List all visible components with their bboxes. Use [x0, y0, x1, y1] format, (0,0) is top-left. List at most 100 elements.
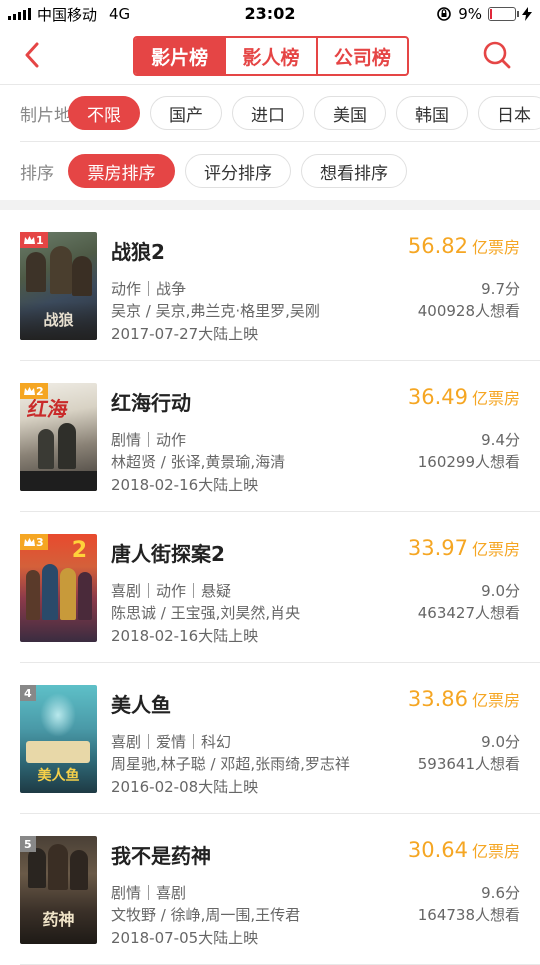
rank-number: 5 — [24, 837, 32, 851]
box-office-value: 56.82 — [407, 234, 468, 258]
ranking-tabs: 影片榜 影人榜 公司榜 — [133, 36, 409, 76]
chip-sort-want[interactable]: 想看排序 — [301, 154, 407, 188]
movie-genres: 喜剧｜爱情｜科幻 — [111, 733, 232, 751]
movie-title: 唐人街探案2 — [111, 542, 225, 566]
box-office: 56.82 亿票房 — [408, 234, 520, 258]
movie-score: 9.0分 — [481, 733, 520, 751]
crown-icon — [24, 537, 35, 546]
movie-want-count: 164738人想看 — [417, 906, 520, 924]
rank-number: 3 — [36, 535, 44, 549]
box-office-unit: 亿票房 — [471, 842, 520, 861]
movie-genres: 剧情｜喜剧 — [111, 884, 187, 902]
movie-row[interactable]: 红海 2 红海行动 剧情｜动作 林超贤 / 张译,黄景瑜,海清 2018-02-… — [20, 361, 540, 512]
rank-badge: 2 — [20, 383, 48, 399]
box-office-value: 33.97 — [407, 536, 468, 560]
region-filter-label: 制片地 — [20, 105, 71, 126]
back-arrow-icon[interactable] — [22, 42, 44, 68]
search-icon[interactable] — [482, 40, 512, 70]
box-office-value: 30.64 — [407, 838, 468, 862]
poster: 2 — [20, 534, 97, 642]
box-office: 30.64 亿票房 — [408, 838, 520, 862]
movie-release: 2018-02-16大陆上映 — [111, 627, 259, 645]
sort-filter-label: 排序 — [20, 163, 54, 184]
signal-icon — [8, 8, 31, 20]
box-office-unit: 亿票房 — [471, 540, 520, 559]
poster-text: 2 — [71, 538, 87, 563]
movie-genres: 剧情｜动作 — [111, 431, 187, 449]
movie-score: 9.6分 — [481, 884, 520, 902]
box-office: 33.86 亿票房 — [408, 687, 520, 711]
poster: 药神 — [20, 836, 97, 944]
nav-bar: 影片榜 影人榜 公司榜 — [0, 28, 540, 85]
tab-company-rank[interactable]: 公司榜 — [315, 38, 407, 74]
rank-badge: 3 — [20, 534, 48, 550]
movie-title: 我不是药神 — [111, 844, 211, 868]
tab-people-rank[interactable]: 影人榜 — [224, 38, 315, 74]
box-office: 33.97 亿票房 — [408, 536, 520, 560]
movie-title: 战狼2 — [111, 240, 165, 264]
movie-release: 2018-02-16大陆上映 — [111, 476, 259, 494]
movie-cast: 陈思诚 / 王宝强,刘昊然,肖央 — [111, 604, 301, 622]
box-office-unit: 亿票房 — [471, 389, 520, 408]
chip-region-all[interactable]: 不限 — [68, 96, 140, 130]
movie-release: 2017-07-27大陆上映 — [111, 325, 259, 343]
movie-row[interactable]: 美人鱼 4 美人鱼 喜剧｜爱情｜科幻 周星驰,林子聪 / 邓超,张雨绮,罗志祥 … — [20, 663, 540, 814]
status-bar: 中国移动 4G 23:02 9% — [0, 0, 540, 28]
movie-list: 战狼 1 战狼2 动作｜战争 吴京 / 吴京,弗兰克·格里罗,吴刚 2017-0… — [0, 210, 540, 965]
carrier-label: 中国移动 — [37, 5, 98, 24]
movie-release: 2018-07-05大陆上映 — [111, 929, 259, 947]
movie-want-count: 160299人想看 — [417, 453, 520, 471]
movie-release: 2016-02-08大陆上映 — [111, 778, 259, 796]
network-label: 4G — [109, 5, 131, 23]
charging-icon — [522, 7, 532, 21]
poster-text: 美人鱼 — [37, 768, 80, 784]
battery-icon — [488, 7, 519, 21]
section-gap — [0, 200, 540, 210]
tab-movie-rank[interactable]: 影片榜 — [135, 38, 225, 74]
movie-title: 美人鱼 — [111, 693, 171, 717]
crown-icon — [24, 235, 35, 244]
chip-region-usa[interactable]: 美国 — [314, 96, 386, 130]
movie-genres: 动作｜战争 — [111, 280, 187, 298]
chip-region-domestic[interactable]: 国产 — [150, 96, 222, 130]
box-office-value: 33.86 — [407, 687, 468, 711]
rank-badge: 1 — [20, 232, 48, 248]
battery-percent: 9% — [458, 5, 482, 23]
movie-row[interactable]: 2 3 唐人街探案2 喜剧｜动作｜悬疑 陈思诚 / 王宝强,刘昊然,肖央 201… — [20, 512, 540, 663]
movie-score: 9.4分 — [481, 431, 520, 449]
poster: 红海 — [20, 383, 97, 491]
box-office-unit: 亿票房 — [471, 691, 520, 710]
movie-cast: 林超贤 / 张译,黄景瑜,海清 — [111, 453, 286, 471]
chip-region-japan[interactable]: 日本 — [478, 96, 540, 130]
movie-title: 红海行动 — [111, 391, 191, 415]
movie-cast: 文牧野 / 徐峥,周一围,王传君 — [111, 906, 301, 924]
sort-filter: 排序 票房排序 评分排序 想看排序 — [0, 142, 540, 200]
chip-region-korea[interactable]: 韩国 — [396, 96, 468, 130]
orientation-lock-icon — [437, 7, 452, 21]
region-filter: 制片地 不限 国产 进口 美国 韩国 日本 — [0, 85, 540, 141]
movie-want-count: 400928人想看 — [417, 302, 520, 320]
chip-sort-rating[interactable]: 评分排序 — [185, 154, 291, 188]
movie-row[interactable]: 战狼 1 战狼2 动作｜战争 吴京 / 吴京,弗兰克·格里罗,吴刚 2017-0… — [20, 210, 540, 361]
rank-number: 1 — [36, 233, 44, 247]
chip-sort-box-office[interactable]: 票房排序 — [68, 154, 175, 188]
movie-score: 9.7分 — [481, 280, 520, 298]
poster: 美人鱼 — [20, 685, 97, 793]
poster-text: 药神 — [42, 910, 75, 929]
rank-badge: 5 — [20, 836, 36, 852]
movie-want-count: 593641人想看 — [417, 755, 520, 773]
poster-text: 战狼 — [43, 311, 74, 329]
rank-number: 2 — [36, 384, 44, 398]
movie-want-count: 463427人想看 — [417, 604, 520, 622]
movie-cast: 周星驰,林子聪 / 邓超,张雨绮,罗志祥 — [111, 755, 350, 773]
chip-region-imported[interactable]: 进口 — [232, 96, 304, 130]
poster: 战狼 — [20, 232, 97, 340]
rank-badge: 4 — [20, 685, 36, 701]
box-office: 36.49 亿票房 — [408, 385, 520, 409]
movie-cast: 吴京 / 吴京,弗兰克·格里罗,吴刚 — [111, 302, 320, 320]
box-office-unit: 亿票房 — [471, 238, 520, 257]
box-office-value: 36.49 — [407, 385, 468, 409]
crown-icon — [24, 386, 35, 395]
movie-row[interactable]: 药神 5 我不是药神 剧情｜喜剧 文牧野 / 徐峥,周一围,王传君 2018-0… — [20, 814, 540, 965]
movie-score: 9.0分 — [481, 582, 520, 600]
